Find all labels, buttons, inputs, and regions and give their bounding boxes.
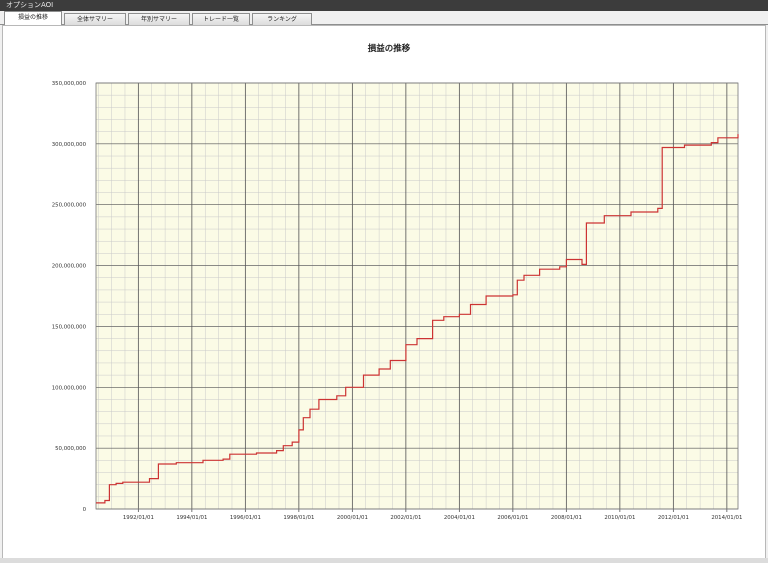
x-tick-label: 2002/01/01 — [390, 515, 421, 521]
tab-trade-list[interactable]: トレード一覧 — [192, 13, 250, 25]
profit-chart: 損益の推移 0 50,000,000 100,000,000 150,000,000 2… — [52, 43, 743, 521]
tab-yearly-summary[interactable]: 年別サマリー — [128, 13, 190, 25]
y-axis: 0 50,000,000 100,000,000 150,000,000 200,000… — [52, 81, 87, 513]
chart-title: 損益の推移 — [368, 43, 411, 54]
x-tick-label: 2012/01/01 — [658, 515, 689, 521]
y-tick-label: 0 — [83, 507, 87, 513]
x-tick-label: 2008/01/01 — [551, 515, 582, 521]
y-tick-label: 200,000,000 — [52, 264, 87, 270]
x-tick-label: 1992/01/01 — [123, 515, 154, 521]
x-tick-label: 1996/01/01 — [230, 515, 261, 521]
tab-overall-summary[interactable]: 全体サマリー — [64, 13, 126, 25]
x-tick-label: 1994/01/01 — [176, 515, 207, 521]
x-tick-label: 2014/01/01 — [711, 515, 742, 521]
y-tick-label: 300,000,000 — [52, 142, 87, 148]
tab-ranking[interactable]: ランキング — [252, 13, 312, 25]
y-tick-label: 150,000,000 — [52, 324, 87, 330]
tab-bar: 損益の推移 全体サマリー 年別サマリー トレード一覧 ランキング — [0, 11, 768, 25]
y-tick-label: 50,000,000 — [55, 446, 86, 452]
window-title: オプションAOI — [0, 0, 768, 11]
y-tick-label: 100,000,000 — [52, 385, 87, 391]
tab-profit-trend[interactable]: 損益の推移 — [4, 11, 62, 25]
x-tick-label: 2000/01/01 — [337, 515, 368, 521]
x-tick-label: 2010/01/01 — [604, 515, 635, 521]
x-axis: 1992/01/01 1994/01/01 1996/01/01 1998/01/01… — [123, 515, 743, 521]
y-tick-label: 350,000,000 — [52, 81, 87, 87]
x-tick-label: 1998/01/01 — [283, 515, 314, 521]
status-bar — [0, 558, 768, 563]
chart-panel: 損益の推移 0 50,000,000 100,000,000 150,000,000 2… — [2, 25, 766, 560]
x-tick-label: 2004/01/01 — [444, 515, 475, 521]
x-tick-label: 2006/01/01 — [497, 515, 528, 521]
plot-area — [96, 83, 738, 509]
y-tick-label: 250,000,000 — [52, 203, 87, 209]
